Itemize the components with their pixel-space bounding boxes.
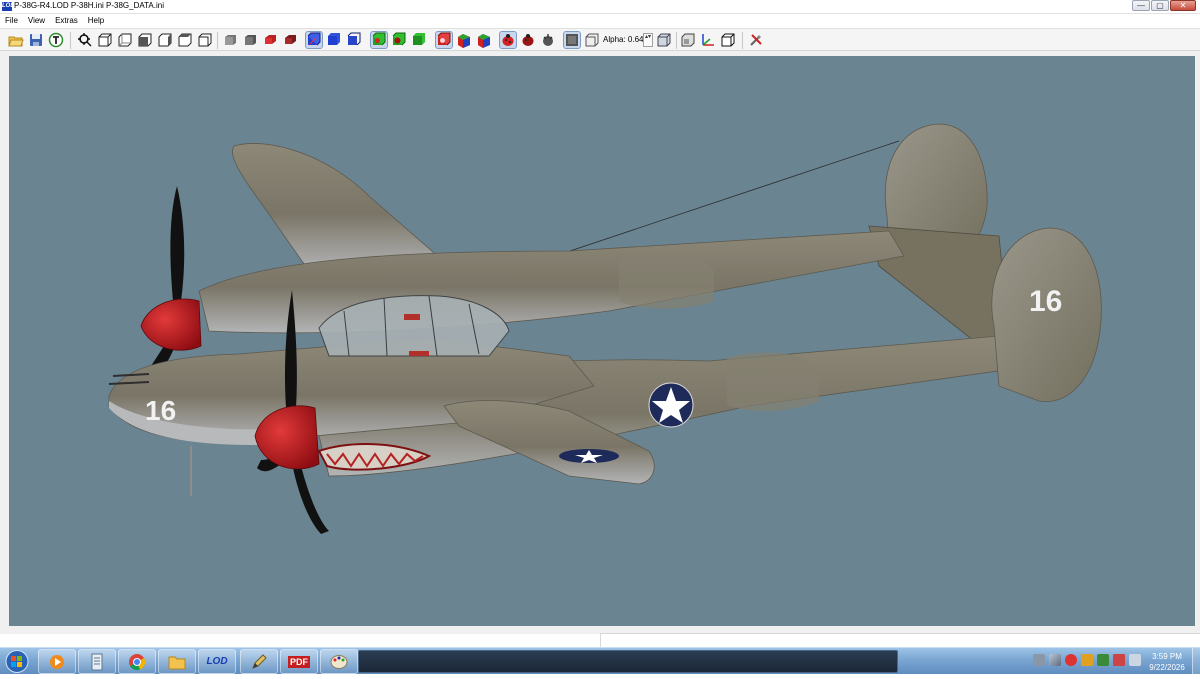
status-bar bbox=[600, 633, 1200, 647]
near-engine-cowl bbox=[727, 352, 819, 412]
show-desktop-button[interactable] bbox=[1192, 648, 1200, 675]
axes-icon[interactable] bbox=[700, 32, 716, 48]
menu-extras[interactable]: Extras bbox=[50, 15, 83, 28]
window-title: P-38G-R4.LOD P-38H.ini P-38G_DATA.ini bbox=[14, 1, 164, 10]
maximize-button[interactable]: ▢ bbox=[1151, 0, 1169, 11]
aircraft-render: 16 16 bbox=[108, 123, 1102, 534]
notepad-icon[interactable] bbox=[78, 649, 116, 674]
menu-help[interactable]: Help bbox=[83, 15, 109, 28]
red-box-icon[interactable] bbox=[435, 31, 453, 49]
lod-viewer-icon[interactable]: LOD bbox=[198, 649, 236, 674]
tray-security-icon[interactable] bbox=[1113, 654, 1125, 666]
upper-wing bbox=[232, 143, 451, 272]
alpha-value: Alpha: 0.64 bbox=[603, 35, 644, 44]
3d-viewport[interactable]: 16 16 bbox=[9, 56, 1195, 626]
view-bottom-icon[interactable] bbox=[197, 32, 213, 48]
zoom-fit-icon[interactable] bbox=[77, 32, 93, 48]
green-sphere-icon[interactable] bbox=[391, 32, 407, 48]
red-ladybug-icon[interactable] bbox=[499, 31, 517, 49]
menu-file[interactable]: File bbox=[0, 15, 23, 28]
far-propeller-blade-top bbox=[170, 186, 185, 301]
toolbar-separator bbox=[217, 32, 218, 49]
view-top-icon[interactable] bbox=[177, 32, 193, 48]
view-front-icon[interactable] bbox=[97, 32, 113, 48]
tray-network-icon[interactable] bbox=[1097, 654, 1109, 666]
canopy-placard bbox=[404, 314, 420, 320]
pdf-icon[interactable]: PDF bbox=[280, 649, 318, 674]
menu-bar: File View Extras Help bbox=[0, 15, 1200, 28]
toolbar: Alpha: 0.64 ▴▾ bbox=[0, 28, 1200, 51]
paint-palette-icon[interactable] bbox=[320, 649, 358, 674]
shade-gray-icon[interactable] bbox=[222, 32, 238, 48]
window-controls: — ▢ ✕ bbox=[1132, 0, 1196, 11]
lod-text: LOD bbox=[206, 656, 228, 667]
tray-monitor-icon[interactable] bbox=[1033, 654, 1045, 666]
view-right-icon[interactable] bbox=[157, 32, 173, 48]
clock-time: 3:59 PM bbox=[1152, 652, 1182, 661]
gear-tree-icon[interactable] bbox=[540, 32, 556, 48]
toolbar-separator bbox=[742, 32, 743, 49]
system-tray bbox=[1033, 654, 1141, 666]
nacelle-placard bbox=[409, 351, 429, 356]
green-cube-icon[interactable] bbox=[411, 32, 427, 48]
far-engine-cowl bbox=[619, 254, 714, 309]
clock-date: 9/22/2026 bbox=[1149, 663, 1185, 672]
dark-ladybug-icon[interactable] bbox=[520, 32, 536, 48]
view-left-icon[interactable] bbox=[137, 32, 153, 48]
dark-box-icon[interactable] bbox=[563, 31, 581, 49]
folder-icon[interactable] bbox=[158, 649, 196, 674]
toolbar-separator bbox=[676, 32, 677, 49]
pdf-text: PDF bbox=[288, 655, 310, 668]
close-button[interactable]: ✕ bbox=[1170, 0, 1196, 11]
paint-pencil-icon[interactable] bbox=[240, 649, 278, 674]
shade-dark-red-icon[interactable] bbox=[282, 32, 298, 48]
taskbar: LOD PDF 3:59 PM 9/22/2026 bbox=[0, 647, 1200, 675]
app-logo-icon: LOD bbox=[2, 2, 15, 11]
clock[interactable]: 3:59 PM 9/22/2026 bbox=[1142, 651, 1192, 673]
frame-cube-icon[interactable] bbox=[680, 32, 696, 48]
view-back-icon[interactable] bbox=[117, 32, 133, 48]
menu-view[interactable]: View bbox=[23, 15, 50, 28]
tray-tool-icon[interactable] bbox=[1049, 654, 1061, 666]
minimize-button[interactable]: — bbox=[1132, 0, 1150, 11]
nose-number: 16 bbox=[145, 395, 176, 426]
tray-volume-icon[interactable] bbox=[1129, 654, 1141, 666]
near-propeller-blade-bottom bbox=[293, 466, 329, 534]
alpha-cube-icon[interactable] bbox=[656, 32, 672, 48]
chrome-icon[interactable] bbox=[118, 649, 156, 674]
outline-blue-icon[interactable] bbox=[346, 32, 362, 48]
tools-icon[interactable] bbox=[748, 32, 764, 48]
media-player-icon[interactable] bbox=[38, 649, 76, 674]
title-bar: LOD P-38G-R4.LOD P-38H.ini P-38G_DATA.in… bbox=[0, 0, 1200, 14]
shade-dark-icon[interactable] bbox=[242, 32, 258, 48]
alpha-box-icon[interactable] bbox=[584, 32, 600, 48]
alpha-stepper[interactable]: ▴▾ bbox=[643, 33, 653, 47]
start-orb-icon[interactable] bbox=[3, 649, 31, 674]
far-spinner bbox=[140, 298, 202, 351]
tray-shield-icon[interactable] bbox=[1081, 654, 1093, 666]
save-icon[interactable] bbox=[28, 32, 44, 48]
open-icon[interactable] bbox=[8, 32, 24, 48]
active-window-thumbnail[interactable] bbox=[358, 650, 898, 673]
solid-blue-icon[interactable] bbox=[326, 32, 342, 48]
tail-number: 16 bbox=[1029, 285, 1062, 318]
green-box-icon[interactable] bbox=[370, 31, 388, 49]
tray-alert-icon[interactable] bbox=[1065, 654, 1077, 666]
toolbar-separator bbox=[70, 32, 71, 49]
wireframe-blue-icon[interactable] bbox=[305, 31, 323, 49]
normals-cube-icon[interactable] bbox=[476, 32, 492, 48]
shade-red-icon[interactable] bbox=[262, 32, 278, 48]
texture-icon[interactable] bbox=[48, 32, 64, 48]
outline-cube-icon[interactable] bbox=[720, 32, 736, 48]
mixed-cube-icon[interactable] bbox=[456, 32, 472, 48]
